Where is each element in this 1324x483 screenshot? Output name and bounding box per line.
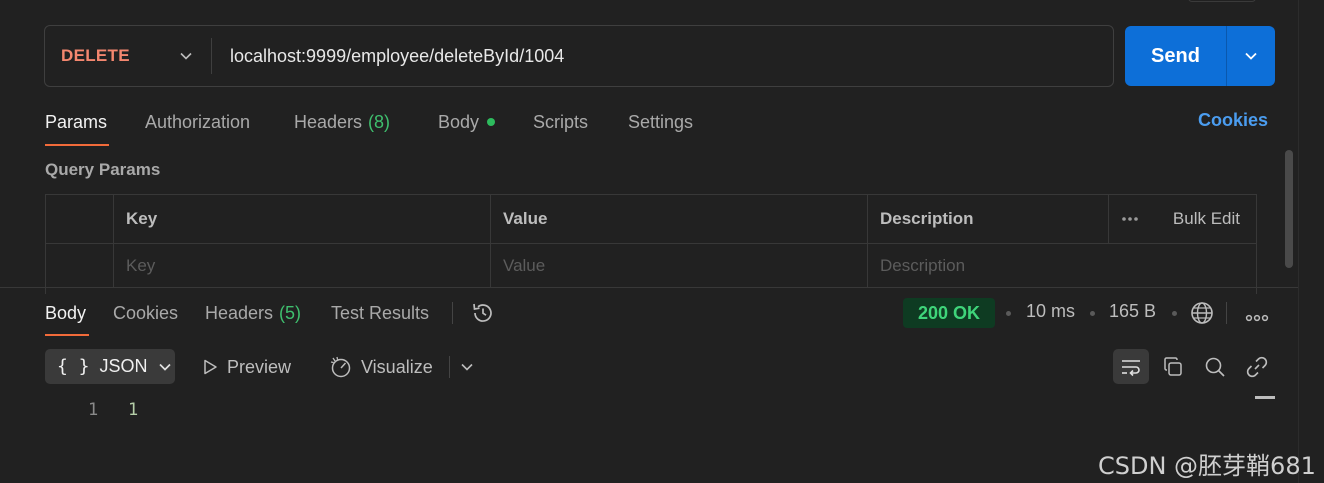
braces-icon: { } [57,356,90,377]
chevron-down-icon [1245,52,1257,60]
preview-label: Preview [227,356,292,377]
headers-count: (8) [368,111,391,132]
tab-authorization-label: Authorization [145,111,251,132]
right-edge-divider [1298,0,1299,483]
table-row: Key Value Description [46,244,1256,288]
response-tab-test-results[interactable]: Test Results [331,301,429,325]
table-header-row: Key Value Description Bulk Edit [46,195,1256,244]
request-scrollbar[interactable] [1285,150,1293,268]
key-input[interactable]: Key [113,244,490,288]
column-header-key: Key [113,195,490,243]
response-tab-headers[interactable]: Headers (5) [205,301,301,325]
active-tab-indicator [45,144,109,146]
response-tab-headers-label: Headers [205,302,274,323]
toolbar-separator [449,356,450,378]
globe-icon[interactable] [1189,300,1215,331]
body-indicator-dot [487,118,496,126]
meta-separator [1226,302,1227,324]
response-tab-body[interactable]: Body [45,301,86,325]
response-scrollbar[interactable] [1255,396,1275,399]
tab-scripts-label: Scripts [533,111,589,132]
tab-authorization[interactable]: Authorization [145,110,250,134]
more-options-icon[interactable] [1245,309,1269,327]
chevron-down-icon[interactable] [460,360,474,379]
tab-params[interactable]: Params [45,110,107,134]
tab-scripts[interactable]: Scripts [533,110,588,134]
line-number: 1 [88,400,99,420]
watermark: CSDN @胚芽鞘681 [1098,452,1316,480]
tab-params-label: Params [45,111,108,132]
checkbox-column-header [46,195,113,243]
query-params-title: Query Params [45,160,161,179]
visualize-button[interactable]: Visualize [329,354,433,380]
link-icon[interactable] [1244,354,1270,380]
wrap-lines-button[interactable] [1113,349,1149,384]
value-input[interactable]: Value [490,244,867,288]
send-button[interactable]: Send [1125,26,1226,86]
response-tab-body-label: Body [45,302,87,323]
method-label: DELETE [61,46,130,65]
description-input[interactable]: Description [867,244,1258,288]
status-badge[interactable]: 200 OK [903,298,995,328]
row-checkbox-cell [46,244,113,288]
chevron-down-icon [158,363,171,371]
play-icon [204,359,217,375]
chevron-down-icon [180,52,192,60]
panel-divider[interactable] [0,287,1298,288]
visualize-label: Visualize [361,356,433,377]
tab-body-label: Body [438,111,480,132]
tab-settings-label: Settings [628,111,694,132]
query-params-table: Key Value Description Bulk Edit Key Valu… [45,194,1257,294]
tab-headers[interactable]: Headers (8) [294,110,390,134]
send-button-group: Send [1125,26,1275,86]
url-bar: DELETE [44,25,1114,87]
url-input[interactable] [230,26,1090,86]
response-tab-cookies-label: Cookies [113,302,179,323]
method-select[interactable]: DELETE [61,26,211,86]
cookies-link[interactable]: Cookies [1198,110,1268,131]
visualize-icon [330,356,351,378]
response-tab-cookies[interactable]: Cookies [113,301,178,325]
send-options-button[interactable] [1227,26,1275,86]
format-select[interactable]: { } JSON [45,349,175,384]
response-tab-test-results-label: Test Results [331,302,430,323]
meta-separator-dot [1090,311,1095,316]
wrap-lines-icon [1122,359,1140,376]
meta-separator-dot [1006,311,1011,316]
response-tabs-separator [452,302,453,324]
response-headers-count: (5) [279,302,302,323]
search-icon[interactable] [1202,354,1228,380]
response-body-content[interactable]: 1 [128,400,138,420]
method-separator [211,38,212,74]
tab-headers-label: Headers [294,111,363,132]
meta-separator-dot [1172,311,1177,316]
history-icon[interactable] [470,300,496,331]
format-label: JSON [99,356,148,376]
preview-button[interactable]: Preview [201,354,291,380]
tab-settings[interactable]: Settings [628,110,693,134]
copy-icon[interactable] [1160,354,1186,380]
top-right-stub [1188,0,1256,2]
response-time[interactable]: 10 ms [1026,301,1075,322]
active-response-tab-indicator [45,334,89,336]
bulk-edit-button[interactable]: Bulk Edit [1173,209,1240,229]
column-header-value: Value [490,195,867,243]
column-header-description: Description [867,195,1108,243]
tab-body[interactable]: Body [438,110,496,134]
bulk-edit-cell: Bulk Edit [1108,195,1258,243]
response-size[interactable]: 165 B [1109,301,1156,322]
more-options-icon[interactable] [1121,216,1139,222]
